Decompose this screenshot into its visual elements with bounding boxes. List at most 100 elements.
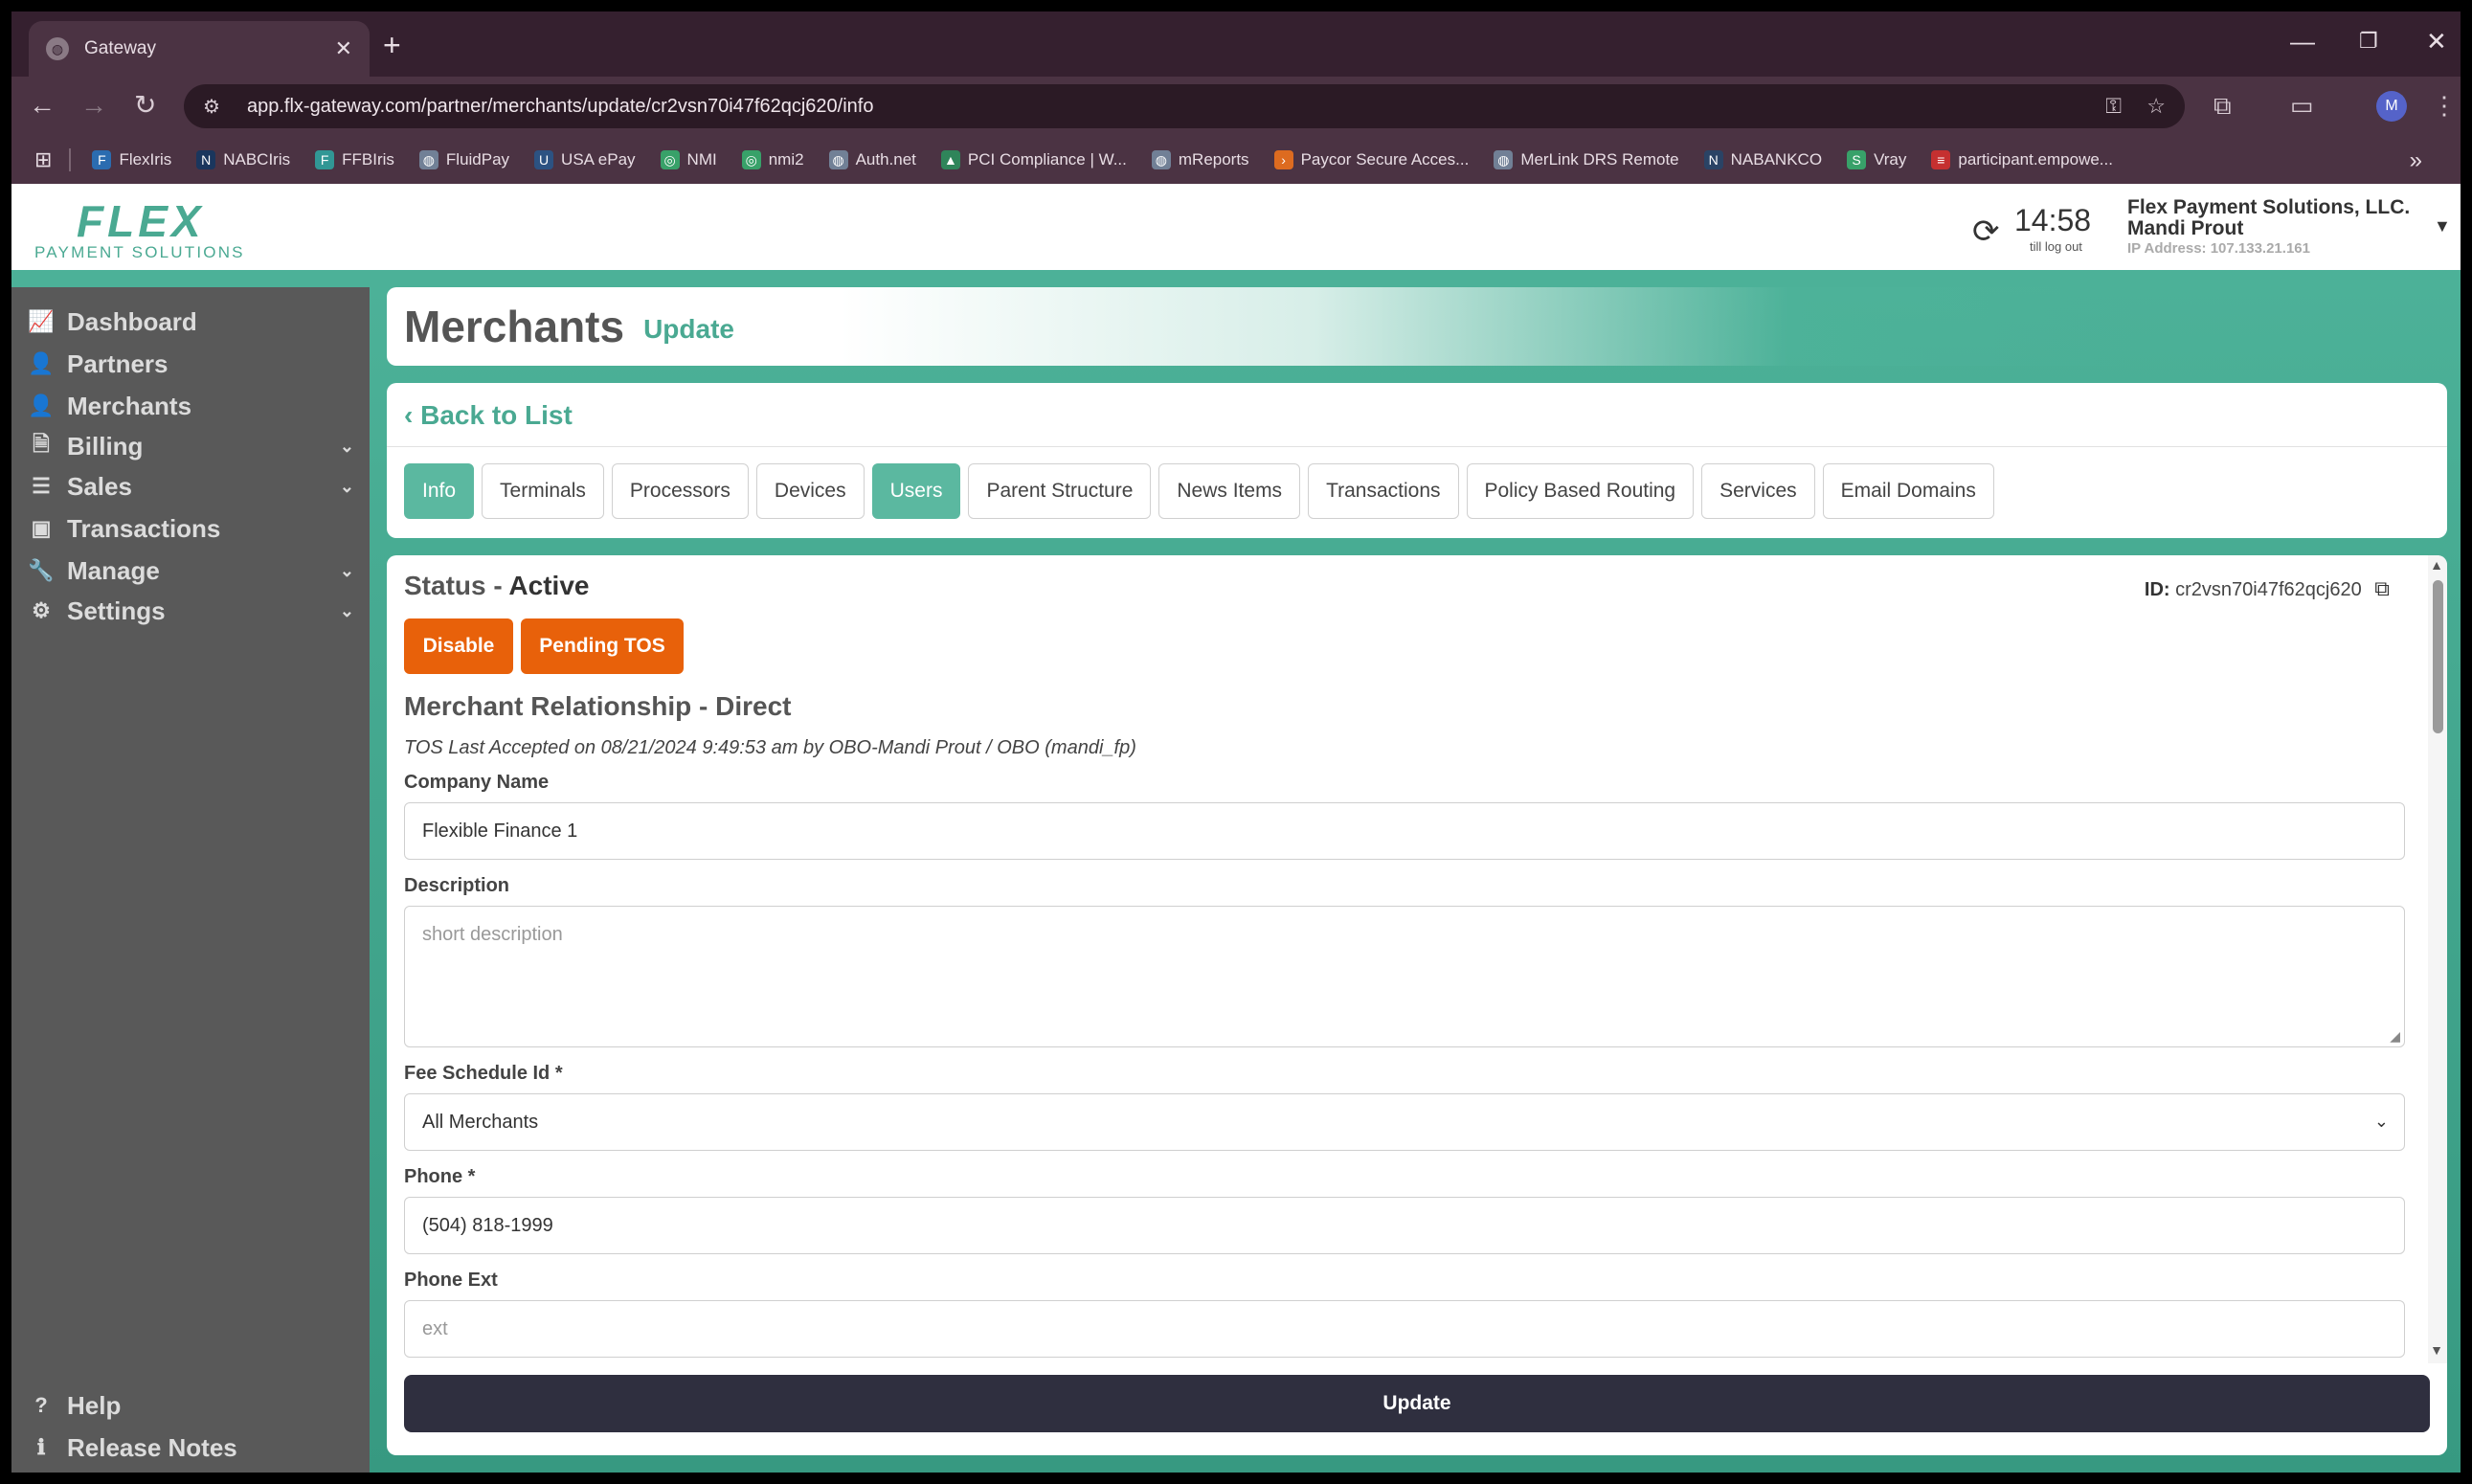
cast-icon[interactable]: ▭	[2290, 91, 2314, 120]
bookmark-favicon-icon: ◍	[828, 150, 848, 169]
phone-input[interactable]: (504) 818-1999	[404, 1197, 2405, 1254]
scroll-up-icon[interactable]: ▲	[2430, 557, 2443, 573]
sidebar-item-label: Help	[67, 1390, 122, 1420]
sidebar-item-label: Partners	[67, 349, 169, 378]
tab-services[interactable]: Services	[1701, 463, 1815, 519]
sidebar-item-transactions[interactable]: ▣ Transactions	[11, 507, 370, 550]
close-tab-icon[interactable]: ✕	[335, 36, 352, 61]
reload-icon[interactable]: ↻	[134, 90, 156, 121]
bookmark-label: FlexIris	[119, 150, 172, 169]
merchant-id: ID: cr2vsn70i47f62qcj620 ⧉	[2145, 576, 2390, 601]
more-bookmarks-icon[interactable]: »	[2410, 147, 2422, 174]
bookmark-item[interactable]: N NABCIris	[196, 150, 290, 169]
phone-ext-input[interactable]: ext	[404, 1300, 2405, 1358]
tabs-card: ‹ Back to List Info Terminals Processors De…	[387, 383, 2447, 538]
bookmark-label: NABANKCO	[1730, 150, 1823, 169]
refresh-icon[interactable]: ⟳	[1972, 213, 2000, 251]
merchant-relationship: Merchant Relationship - Direct	[404, 691, 792, 721]
status-value: Active	[508, 571, 590, 600]
fee-schedule-select[interactable]: All Merchants ⌄	[404, 1093, 2405, 1151]
scroll-down-icon[interactable]: ▼	[2430, 1342, 2443, 1358]
resize-grip-icon[interactable]: ◢	[2390, 1028, 2400, 1045]
back-to-list-link[interactable]: ‹ Back to List	[404, 400, 573, 431]
tab-processors[interactable]: Processors	[611, 463, 749, 519]
window-close-icon[interactable]: ✕	[2426, 27, 2447, 56]
extensions-icon[interactable]: ⧉	[2214, 91, 2232, 120]
tab-info[interactable]: Info	[404, 463, 475, 519]
bookmark-item[interactable]: ≡ participant.empowe...	[1931, 150, 2113, 169]
bookmark-label: FluidPay	[445, 150, 510, 169]
bookmark-item[interactable]: ◍ FluidPay	[418, 150, 510, 169]
sidebar-item-partners[interactable]: 👤 Partners	[11, 343, 370, 385]
merchant-tabs: Info Terminals Processors Devices Users Paren…	[404, 463, 1994, 519]
chevron-down-icon: ⌄	[339, 601, 354, 620]
copy-icon[interactable]: ⧉	[2374, 576, 2390, 600]
tab-news-items[interactable]: News Items	[1158, 463, 1301, 519]
bookmark-favicon-icon: ≡	[1931, 150, 1951, 169]
restore-icon[interactable]: ❐	[2359, 29, 2378, 54]
bookmark-item[interactable]: ◍ mReports	[1151, 150, 1249, 169]
menu-dots-icon[interactable]: ⋮	[2432, 91, 2457, 120]
browser-tab[interactable]: ◍ Gateway ✕	[29, 21, 370, 77]
bookmark-favicon-icon: ◍	[1151, 150, 1171, 169]
company-name-input[interactable]: Flexible Finance 1	[404, 802, 2405, 860]
page-subtitle: Update	[643, 314, 734, 344]
bookmark-item[interactable]: F FFBIris	[315, 150, 394, 169]
address-bar[interactable]: ⚙ app.flx-gateway.com/partner/merchants/…	[184, 84, 2185, 128]
tab-users[interactable]: Users	[871, 463, 961, 519]
bookmark-favicon-icon: ◎	[660, 150, 680, 169]
disable-button[interactable]: Disable	[404, 618, 513, 674]
caret-down-icon[interactable]: ▼	[2434, 216, 2451, 236]
tab-email-domains[interactable]: Email Domains	[1822, 463, 1994, 519]
new-tab-icon[interactable]: +	[383, 29, 401, 61]
bookmark-item[interactable]: ◎ NMI	[660, 150, 717, 169]
sidebar-item-release-notes[interactable]: ℹ Release Notes	[11, 1427, 370, 1469]
tab-devices[interactable]: Devices	[755, 463, 865, 519]
sidebar-item-settings[interactable]: ⚙ Settings ⌄	[11, 590, 370, 632]
bookmark-item[interactable]: ▲ PCI Compliance | W...	[940, 150, 1127, 169]
profile-avatar[interactable]: M	[2376, 91, 2407, 122]
bookmark-favicon-icon: ▲	[940, 150, 960, 169]
bookmark-label: nmi2	[768, 150, 804, 169]
wrench-icon: 🔧	[28, 558, 55, 582]
flex-logo[interactable]: FLEX PAYMENT SOLUTIONS	[34, 195, 274, 261]
app-header: FLEX PAYMENT SOLUTIONS ⟳ 14:58 till log …	[11, 184, 2461, 270]
sidebar-item-label: Merchants	[67, 391, 192, 420]
scroll-thumb[interactable]	[2433, 580, 2443, 733]
bookmark-item[interactable]: ◍ MerLink DRS Remote	[1494, 150, 1679, 169]
tab-transactions[interactable]: Transactions	[1308, 463, 1459, 519]
bookmark-item[interactable]: ◎ nmi2	[741, 150, 804, 169]
form-scrollbar[interactable]: ▲ ▼	[2428, 555, 2447, 1363]
star-icon[interactable]: ☆	[2146, 94, 2166, 119]
description-textarea[interactable]: short description ◢	[404, 906, 2405, 1047]
account-company: Flex Payment Solutions, LLC.	[2127, 196, 2411, 218]
page-title: Merchants	[404, 302, 625, 351]
minimize-icon[interactable]: —	[2290, 27, 2315, 56]
key-icon[interactable]: ⚿	[2105, 94, 2122, 119]
sidebar-item-merchants[interactable]: 👤 Merchants	[11, 385, 370, 427]
bookmark-item[interactable]: F FlexIris	[92, 150, 171, 169]
bookmark-item[interactable]: S Vray	[1847, 150, 1906, 169]
app-viewport: FLEX PAYMENT SOLUTIONS ⟳ 14:58 till log …	[11, 184, 2461, 1473]
sidebar-item-billing[interactable]: 🗎 Billing ⌄	[11, 425, 370, 467]
tab-parent-structure[interactable]: Parent Structure	[968, 463, 1152, 519]
site-settings-icon[interactable]: ⚙	[203, 95, 220, 119]
pending-tos-button[interactable]: Pending TOS	[521, 618, 684, 674]
account-menu[interactable]: Flex Payment Solutions, LLC. Mandi Prout…	[2127, 197, 2434, 259]
forward-arrow-icon[interactable]: →	[80, 90, 107, 121]
tab-policy-based-routing[interactable]: Policy Based Routing	[1466, 463, 1695, 519]
sidebar-item-help[interactable]: ? Help	[11, 1384, 370, 1427]
bookmarks-bar: ⊞ F FlexIris N NABCIris F FFBIris ◍ FluidPay U US…	[11, 136, 2461, 184]
tab-terminals[interactable]: Terminals	[482, 463, 604, 519]
sidebar-item-manage[interactable]: 🔧 Manage ⌄	[11, 550, 370, 592]
sidebar-item-dashboard[interactable]: 📈 Dashboard	[11, 301, 370, 343]
bookmark-item[interactable]: U USA ePay	[534, 150, 636, 169]
bookmark-item[interactable]: N NABANKCO	[1703, 150, 1823, 169]
bookmark-item[interactable]: ◍ Auth.net	[828, 150, 916, 169]
bookmark-item[interactable]: › Paycor Secure Acces...	[1273, 150, 1469, 169]
sidebar-item-sales[interactable]: ☰ Sales ⌄	[11, 465, 370, 507]
apps-grid-icon[interactable]: ⊞	[34, 147, 52, 172]
update-button[interactable]: Update	[404, 1375, 2430, 1432]
back-arrow-icon[interactable]: ←	[29, 90, 56, 121]
session-timer: ⟳ 14:58 till log out	[1972, 199, 2106, 257]
